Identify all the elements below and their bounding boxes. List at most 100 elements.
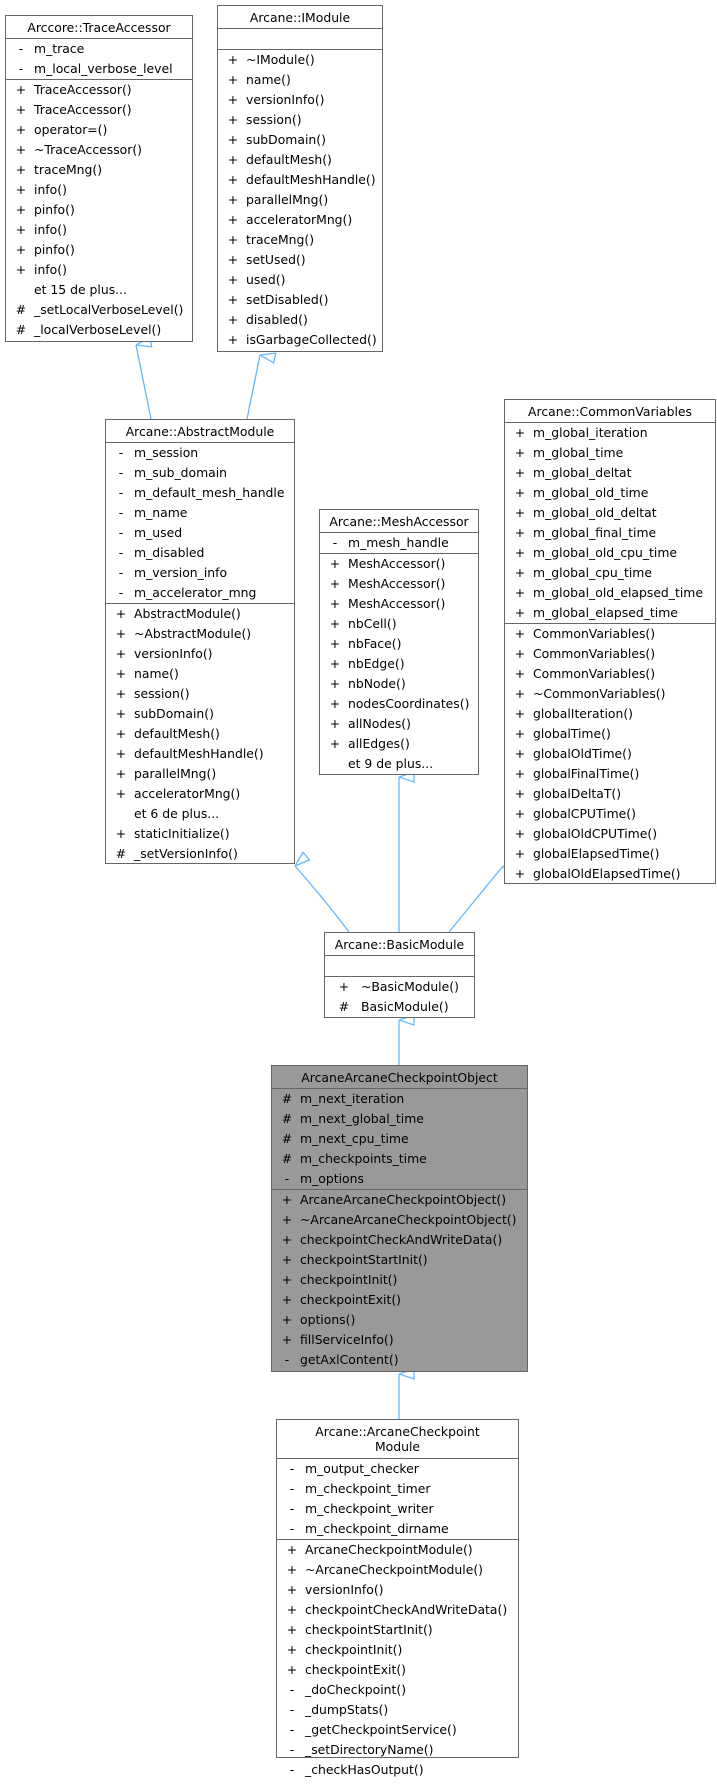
method-row[interactable]: + versionInfo() xyxy=(277,1580,518,1600)
attribute-row[interactable]: # m_checkpoints_time xyxy=(272,1149,527,1169)
method-row[interactable]: + subDomain() xyxy=(106,704,294,724)
method-row[interactable]: + CommonVariables() xyxy=(505,624,715,644)
method-row[interactable]: et 9 de plus... xyxy=(320,754,478,774)
class-title[interactable]: Arcane::AbstractModule xyxy=(106,420,294,443)
attribute-row[interactable]: - m_mesh_handle xyxy=(320,533,478,553)
method-row[interactable]: + ~AbstractModule() xyxy=(106,624,294,644)
class-abstract-module[interactable]: Arcane::AbstractModule - m_session - m_sub_… xyxy=(105,419,295,864)
class-checkpoint-object[interactable]: ArcaneArcaneCheckpointObject # m_next_ite… xyxy=(271,1065,528,1372)
method-row[interactable]: + session() xyxy=(218,110,382,130)
method-row[interactable]: + globalFinalTime() xyxy=(505,764,715,784)
method-row[interactable]: + globalIteration() xyxy=(505,704,715,724)
attribute-row[interactable]: + m_global_cpu_time xyxy=(505,563,715,583)
attribute-row[interactable]: # m_next_cpu_time xyxy=(272,1129,527,1149)
method-row[interactable]: + defaultMeshHandle() xyxy=(106,744,294,764)
method-row[interactable]: + ~ArcaneArcaneCheckpointObject() xyxy=(272,1210,527,1230)
method-row[interactable]: + pinfo() xyxy=(6,200,192,220)
method-row[interactable]: + checkpointStartInit() xyxy=(277,1620,518,1640)
method-row[interactable]: + parallelMng() xyxy=(218,190,382,210)
method-row[interactable]: + globalOldTime() xyxy=(505,744,715,764)
method-row[interactable]: + TraceAccessor() xyxy=(6,100,192,120)
attribute-row[interactable]: + m_global_old_cpu_time xyxy=(505,543,715,563)
method-row[interactable]: + ~TraceAccessor() xyxy=(6,140,192,160)
attribute-row[interactable]: - m_options xyxy=(272,1169,527,1189)
method-row[interactable]: + nodesCoordinates() xyxy=(320,694,478,714)
method-row[interactable]: + checkpointExit() xyxy=(277,1660,518,1680)
method-row[interactable]: # _localVerboseLevel() xyxy=(6,320,192,340)
class-mesh-accessor[interactable]: Arcane::MeshAccessor - m_mesh_handle + Mes… xyxy=(319,509,479,775)
method-row[interactable]: - _dumpStats() xyxy=(277,1700,518,1720)
attribute-row[interactable]: - m_version_info xyxy=(106,563,294,583)
method-row[interactable]: + ~IModule() xyxy=(218,50,382,70)
method-row[interactable]: + acceleratorMng() xyxy=(106,784,294,804)
method-row[interactable]: et 15 de plus... xyxy=(6,280,192,300)
method-row[interactable]: + CommonVariables() xyxy=(505,664,715,684)
method-row[interactable]: - _checkHasOutput() xyxy=(277,1760,518,1780)
method-row[interactable]: + acceleratorMng() xyxy=(218,210,382,230)
method-row[interactable]: + checkpointInit() xyxy=(277,1640,518,1660)
class-title[interactable]: Arcane::ArcaneCheckpoint Module xyxy=(277,1420,518,1459)
method-row[interactable]: + traceMng() xyxy=(6,160,192,180)
attribute-row[interactable]: - m_trace xyxy=(6,39,192,59)
method-row[interactable]: - getAxlContent() xyxy=(272,1350,527,1370)
method-row[interactable]: + setUsed() xyxy=(218,250,382,270)
method-row[interactable]: + defaultMeshHandle() xyxy=(218,170,382,190)
method-row[interactable]: + checkpointInit() xyxy=(272,1270,527,1290)
method-row[interactable]: + nbCell() xyxy=(320,614,478,634)
method-row[interactable]: + options() xyxy=(272,1310,527,1330)
method-row[interactable]: + session() xyxy=(106,684,294,704)
method-row[interactable]: # _setVersionInfo() xyxy=(106,844,294,864)
method-row[interactable]: + versionInfo() xyxy=(106,644,294,664)
method-row[interactable]: + ~CommonVariables() xyxy=(505,684,715,704)
method-row[interactable]: + ~ArcaneCheckpointModule() xyxy=(277,1560,518,1580)
class-title[interactable]: Arcane::IModule xyxy=(218,6,382,29)
method-row[interactable]: + name() xyxy=(106,664,294,684)
method-row[interactable]: + info() xyxy=(6,260,192,280)
class-title[interactable]: Arcane::CommonVariables xyxy=(505,400,715,423)
class-imodule[interactable]: Arcane::IModule + ~IModule() + name() + versi… xyxy=(217,5,383,352)
attribute-row[interactable]: - m_output_checker xyxy=(277,1459,518,1479)
method-row[interactable]: + disabled() xyxy=(218,310,382,330)
attribute-row[interactable]: - m_session xyxy=(106,443,294,463)
attribute-row[interactable]: - m_default_mesh_handle xyxy=(106,483,294,503)
method-row[interactable]: + AbstractModule() xyxy=(106,604,294,624)
attribute-row[interactable]: - m_disabled xyxy=(106,543,294,563)
method-row[interactable]: + globalOldCPUTime() xyxy=(505,824,715,844)
method-row[interactable]: + subDomain() xyxy=(218,130,382,150)
method-row[interactable]: + MeshAccessor() xyxy=(320,554,478,574)
class-trace-accessor[interactable]: Arccore::TraceAccessor - m_trace - m_local_… xyxy=(5,15,193,342)
attribute-row[interactable]: - m_used xyxy=(106,523,294,543)
method-row[interactable]: + defaultMesh() xyxy=(218,150,382,170)
method-row[interactable]: + MeshAccessor() xyxy=(320,574,478,594)
method-row[interactable]: + setDisabled() xyxy=(218,290,382,310)
method-row[interactable]: et 6 de plus... xyxy=(106,804,294,824)
attribute-row[interactable]: + m_global_old_time xyxy=(505,483,715,503)
attribute-row[interactable]: + m_global_final_time xyxy=(505,523,715,543)
method-row[interactable]: + ArcaneCheckpointModule() xyxy=(277,1540,518,1560)
attribute-row[interactable]: - m_checkpoint_writer xyxy=(277,1499,518,1519)
method-row[interactable]: + globalDeltaT() xyxy=(505,784,715,804)
class-title[interactable]: Arccore::TraceAccessor xyxy=(6,16,192,39)
method-row[interactable]: - _doCheckpoint() xyxy=(277,1680,518,1700)
method-row[interactable]: + traceMng() xyxy=(218,230,382,250)
attribute-row[interactable]: - m_local_verbose_level xyxy=(6,59,192,79)
method-row[interactable]: + globalElapsedTime() xyxy=(505,844,715,864)
attribute-row[interactable]: - m_name xyxy=(106,503,294,523)
method-row[interactable]: + checkpointExit() xyxy=(272,1290,527,1310)
attribute-row[interactable]: # m_next_iteration xyxy=(272,1089,527,1109)
method-row[interactable]: # BasicModule() xyxy=(325,997,474,1017)
method-row[interactable]: + ArcaneArcaneCheckpointObject() xyxy=(272,1190,527,1210)
method-row[interactable]: # _setLocalVerboseLevel() xyxy=(6,300,192,320)
method-row[interactable]: + nbFace() xyxy=(320,634,478,654)
method-row[interactable]: + allNodes() xyxy=(320,714,478,734)
method-row[interactable]: + operator=() xyxy=(6,120,192,140)
method-row[interactable]: + globalTime() xyxy=(505,724,715,744)
method-row[interactable]: + MeshAccessor() xyxy=(320,594,478,614)
method-row[interactable]: + ~BasicModule() xyxy=(325,977,474,997)
method-row[interactable]: + globalCPUTime() xyxy=(505,804,715,824)
attribute-row[interactable]: - m_sub_domain xyxy=(106,463,294,483)
method-row[interactable]: + staticInitialize() xyxy=(106,824,294,844)
method-row[interactable]: + CommonVariables() xyxy=(505,644,715,664)
attribute-row[interactable]: - m_accelerator_mng xyxy=(106,583,294,603)
method-row[interactable]: + isGarbageCollected() xyxy=(218,330,382,350)
